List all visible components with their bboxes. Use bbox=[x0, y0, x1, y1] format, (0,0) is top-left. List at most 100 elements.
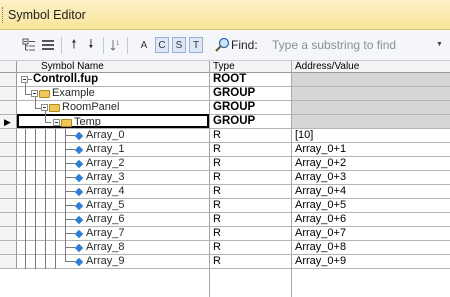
column-header-type[interactable]: Type bbox=[213, 61, 235, 72]
symbol-type[interactable]: R bbox=[213, 213, 221, 226]
tree-guide-line bbox=[45, 227, 46, 241]
expand-tree-icon[interactable] bbox=[22, 37, 36, 53]
table-row[interactable]: Controll.fup ROOT bbox=[17, 73, 450, 87]
grip-icon[interactable] bbox=[2, 7, 5, 23]
column-header-name[interactable]: Symbol Name bbox=[41, 61, 104, 72]
tree-guide-line bbox=[25, 171, 26, 185]
symbol-type[interactable]: GROUP bbox=[213, 87, 255, 100]
tree-guide-line bbox=[45, 213, 46, 227]
tree-guide-line bbox=[25, 185, 26, 199]
symbol-address-value[interactable]: Array_0+4 bbox=[295, 185, 346, 198]
table-row[interactable]: Array_8 R Array_0+8 bbox=[17, 241, 450, 255]
symbol-type[interactable]: R bbox=[213, 129, 221, 142]
tree-guide-line bbox=[65, 143, 66, 157]
symbol-type[interactable]: R bbox=[213, 143, 221, 156]
row-selector[interactable] bbox=[0, 143, 17, 157]
symbol-type[interactable]: R bbox=[213, 185, 221, 198]
sort-icon[interactable]: 1 bbox=[110, 37, 122, 53]
symbol-address-value[interactable]: Array_0+6 bbox=[295, 213, 346, 226]
symbol-name-cell[interactable]: Array_3 bbox=[17, 171, 209, 185]
symbol-name-cell[interactable]: Array_8 bbox=[17, 241, 209, 255]
collapse-icon[interactable] bbox=[21, 76, 28, 83]
table-row[interactable]: Example GROUP bbox=[17, 87, 450, 101]
symbol-address-value[interactable]: [10] bbox=[295, 129, 313, 142]
column-divider[interactable] bbox=[291, 61, 292, 297]
row-selector[interactable] bbox=[0, 157, 17, 171]
symbol-name-cell[interactable]: Array_4 bbox=[17, 185, 209, 199]
symbol-name: Array_4 bbox=[86, 185, 125, 197]
symbol-type[interactable]: R bbox=[213, 227, 221, 240]
move-up-icon[interactable]: 🠕 bbox=[68, 37, 80, 53]
tree-guide-line bbox=[25, 83, 26, 94]
column-divider[interactable] bbox=[209, 61, 210, 297]
tree-branch-line bbox=[35, 108, 41, 109]
symbol-name-cell[interactable]: Array_2 bbox=[17, 157, 209, 171]
symbol-type[interactable]: ROOT bbox=[213, 73, 246, 86]
symbol-name-cell[interactable]: Controll.fup bbox=[17, 73, 209, 86]
symbol-name-cell[interactable]: Array_0 bbox=[17, 129, 209, 143]
table-row[interactable]: Array_5 R Array_0+5 bbox=[17, 199, 450, 213]
symbol-address-value[interactable]: Array_0+1 bbox=[295, 143, 346, 156]
symbol-name-cell[interactable]: Array_7 bbox=[17, 227, 209, 241]
table-row[interactable]: Temp GROUP bbox=[17, 114, 450, 129]
tree-branch-line bbox=[25, 94, 31, 95]
row-selector[interactable] bbox=[0, 73, 17, 87]
symbol-name-cell[interactable]: Example bbox=[17, 87, 209, 100]
symbol-name-cell[interactable]: Array_9 bbox=[17, 255, 209, 269]
filter-t-button[interactable]: T bbox=[189, 37, 203, 53]
tree-guide-line bbox=[25, 143, 26, 157]
filter-a-button[interactable]: A bbox=[138, 37, 150, 53]
row-selector[interactable] bbox=[0, 227, 17, 241]
table-row[interactable]: Array_6 R Array_0+6 bbox=[17, 213, 450, 227]
symbol-type[interactable]: R bbox=[213, 157, 221, 170]
symbol-name-cell[interactable]: Array_1 bbox=[17, 143, 209, 157]
table-row[interactable]: Array_0 R [10] bbox=[17, 129, 450, 143]
move-down-icon[interactable]: 🠗 bbox=[85, 37, 97, 53]
row-selector[interactable] bbox=[0, 213, 17, 227]
table-row[interactable]: RoomPanel GROUP bbox=[17, 101, 450, 115]
symbol-type[interactable]: R bbox=[213, 241, 221, 254]
filter-s-button[interactable]: S bbox=[172, 37, 186, 53]
filter-c-button[interactable]: C bbox=[155, 37, 169, 53]
row-selector[interactable] bbox=[0, 199, 17, 213]
symbol-type[interactable]: R bbox=[213, 171, 221, 184]
row-selector[interactable] bbox=[0, 255, 17, 269]
collapse-icon[interactable] bbox=[53, 119, 60, 126]
table-row[interactable]: Array_4 R Array_0+4 bbox=[17, 185, 450, 199]
chevron-down-icon[interactable]: ▼ bbox=[436, 41, 443, 48]
search-icon[interactable] bbox=[214, 37, 230, 53]
symbol-name-cell[interactable]: Array_5 bbox=[17, 199, 209, 213]
window-title: Symbol Editor bbox=[8, 8, 86, 22]
collapse-icon[interactable] bbox=[41, 104, 48, 111]
row-selector[interactable] bbox=[0, 101, 17, 115]
symbol-address-value[interactable]: Array_0+3 bbox=[295, 171, 346, 184]
symbol-address-value[interactable]: Array_0+9 bbox=[295, 255, 346, 268]
row-selector[interactable]: ▶ bbox=[0, 115, 17, 129]
table-row[interactable]: Array_3 R Array_0+3 bbox=[17, 171, 450, 185]
symbol-type[interactable]: R bbox=[213, 255, 221, 268]
collapse-tree-icon[interactable] bbox=[41, 37, 55, 53]
find-input[interactable] bbox=[268, 36, 430, 54]
table-row[interactable]: Array_7 R Array_0+7 bbox=[17, 227, 450, 241]
collapse-icon[interactable] bbox=[31, 90, 38, 97]
symbol-address-value[interactable]: Array_0+5 bbox=[295, 199, 346, 212]
symbol-type[interactable]: GROUP bbox=[213, 101, 255, 114]
row-selector[interactable] bbox=[0, 87, 17, 101]
row-selector[interactable] bbox=[0, 129, 17, 143]
tree-guide-line bbox=[45, 171, 46, 185]
table-row[interactable]: Array_1 R Array_0+1 bbox=[17, 143, 450, 157]
table-row[interactable]: Array_2 R Array_0+2 bbox=[17, 157, 450, 171]
toolbar: 🠕 🠗 1 A C S T Find: ▼ bbox=[0, 30, 450, 61]
symbol-name-cell[interactable]: Array_6 bbox=[17, 213, 209, 227]
symbol-address-value[interactable]: Array_0+7 bbox=[295, 227, 346, 240]
symbol-address-value[interactable]: Array_0+2 bbox=[295, 157, 346, 170]
title-bar: Symbol Editor bbox=[0, 0, 450, 30]
symbol-type[interactable]: R bbox=[213, 199, 221, 212]
column-header-value[interactable]: Address/Value bbox=[295, 61, 359, 72]
symbol-address-value[interactable]: Array_0+8 bbox=[295, 241, 346, 254]
row-selector[interactable] bbox=[0, 171, 17, 185]
row-selector[interactable] bbox=[0, 241, 17, 255]
row-selector[interactable] bbox=[0, 185, 17, 199]
symbol-type[interactable]: GROUP bbox=[213, 115, 255, 128]
table-row[interactable]: Array_9 R Array_0+9 bbox=[17, 255, 450, 269]
